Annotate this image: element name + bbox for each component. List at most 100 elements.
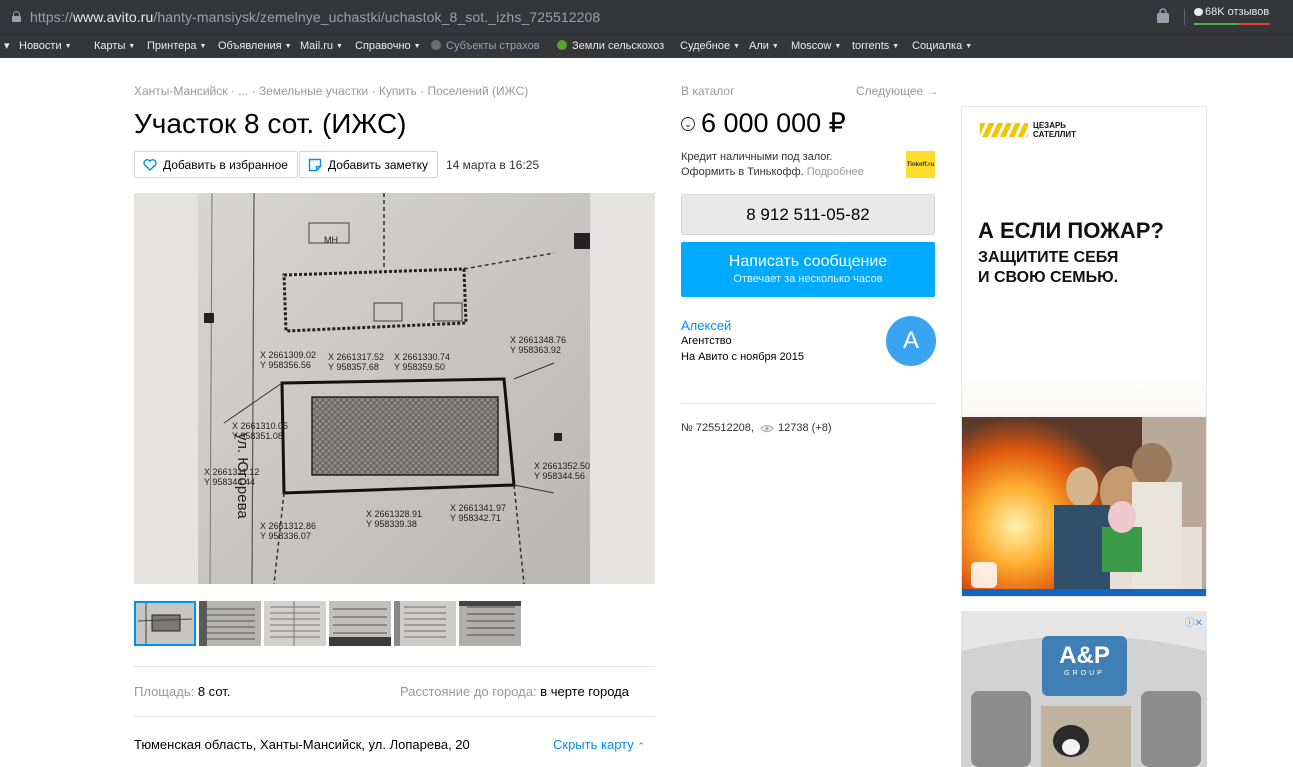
param-area-value: 8 сот. <box>197 684 231 699</box>
bookmark-agri-land[interactable]: Земли сельскохоз <box>557 40 664 52</box>
price: ⌄ 6 000 000 ₽ <box>681 108 846 139</box>
bookmark-label: Справочно <box>355 40 411 52</box>
plan-label: Y 958344.56 <box>534 471 585 481</box>
bookmark-overflow-caret[interactable]: ▾ <box>4 39 10 52</box>
thumbnail[interactable] <box>329 601 391 646</box>
bookmark-folder-court[interactable]: Судебное ▼ <box>680 40 740 52</box>
main-photo[interactable]: X 2661309.02 Y 958356.56 X 2661317.52 Y … <box>134 193 655 584</box>
response-time-label: Отвечает за несколько часов <box>733 273 883 285</box>
url-path: /hanty-mansiysk/zemelnye_uchastki/uchast… <box>153 9 601 25</box>
seller-type: Агентство <box>681 335 732 347</box>
ap-logo-text: A&P <box>1059 642 1110 669</box>
ad-sub-line-2: И СВОЮ СЕМЬЮ. <box>978 269 1119 286</box>
bookmark-label: Moscow <box>791 40 832 52</box>
divider <box>134 666 655 667</box>
param-distance-value: в черте города <box>540 684 629 699</box>
bookmark-folder-social[interactable]: Социалка ▼ <box>912 40 972 52</box>
note-label: Добавить заметку <box>328 157 428 172</box>
plan-label: X 2661309.02 <box>260 350 316 360</box>
view-count: 12738 (+8) <box>777 422 832 434</box>
bookmark-label: Карты <box>94 40 126 52</box>
ad-image-family-fire <box>962 377 1206 596</box>
add-to-favorites-button[interactable]: Добавить в избранное <box>134 151 298 178</box>
toolbar-divider <box>1184 9 1185 25</box>
note-icon <box>308 158 322 171</box>
browser-address-bar: https://www.avito.ru/hanty-mansiysk/zeme… <box>0 0 1293 34</box>
eye-icon <box>760 424 774 432</box>
tinkoff-logo[interactable]: Tinkoff.ru <box>906 151 935 178</box>
divider <box>681 403 935 404</box>
thumbnail[interactable] <box>394 601 456 646</box>
add-note-button[interactable]: Добавить заметку <box>299 151 438 178</box>
bookmark-label: Судебное <box>680 40 731 52</box>
bookmark-folder-news[interactable]: Новости ▼ <box>19 40 72 52</box>
bookmark-folder-reference[interactable]: Справочно ▼ <box>355 40 421 52</box>
bookmark-folder-printers[interactable]: Принтера ▼ <box>147 40 206 52</box>
breadcrumb[interactable]: Ханты-Мансийск · ... · Земельные участки… <box>134 84 528 98</box>
bookmark-label: Принтера <box>147 40 197 52</box>
url-host: www.avito.ru <box>72 9 154 25</box>
plan-label: X 2661341.97 <box>450 503 506 513</box>
bookmark-favicon <box>431 40 441 50</box>
divider <box>134 716 655 717</box>
seller-name-link[interactable]: Алексей <box>681 318 731 333</box>
hide-map-link[interactable]: Скрыть карту ⌃ <box>553 737 645 752</box>
logo-stripes <box>980 123 1028 137</box>
lock-icon <box>12 11 21 22</box>
plan-label: Y 958363.92 <box>510 345 561 355</box>
url-field[interactable]: https://www.avito.ru/hanty-mansiysk/zeme… <box>30 9 600 25</box>
thumbnail[interactable] <box>264 601 326 646</box>
bookmark-folder-ali[interactable]: Али ▼ <box>749 40 779 52</box>
ad-subheadline: ЗАЩИТИТЕ СЕБЯ И СВОЮ СЕМЬЮ. <box>978 248 1118 288</box>
ap-logo-subtext: GROUP <box>1064 670 1105 677</box>
plan-label: Y 958357.68 <box>328 362 379 372</box>
page-title: Участок 8 сот. (ИЖС) <box>134 108 407 139</box>
bookmark-folder-moscow[interactable]: Moscow ▼ <box>791 40 841 52</box>
next-listing-link[interactable]: Следующее → <box>856 84 939 98</box>
bookmark-label: torrents <box>852 40 890 52</box>
street-label: ул. Югорева <box>234 433 251 519</box>
ad-close-icon[interactable]: ⓘ✕ <box>1185 614 1203 629</box>
chevron-down-icon[interactable]: ⌄ <box>681 116 695 131</box>
plan-label: X 2661317.52 <box>328 352 384 362</box>
bookmark-label: Mail.ru <box>300 40 334 52</box>
plan-label: X 2661310.05 <box>232 421 288 431</box>
ad-banner-fire-safety[interactable]: ЦЕЗАРЬ САТЕЛЛИТ А ЕСЛИ ПОЖАР? ЗАЩИТИТЕ СЕ… <box>961 106 1207 597</box>
thumbnail[interactable] <box>459 601 521 646</box>
ap-group-logo: A&P GROUP <box>1042 636 1127 696</box>
reviews-extension-button[interactable]: 68K отзывов <box>1194 6 1270 26</box>
favorites-label: Добавить в избранное <box>163 157 288 172</box>
plan-label: X 2661348.76 <box>510 335 566 345</box>
thumbnail[interactable] <box>134 601 196 646</box>
ad-banner-ap-group[interactable]: ⓘ✕ A&P GROUP <box>961 611 1207 767</box>
thumbnail[interactable] <box>199 601 261 646</box>
show-phone-button[interactable]: 8 912 511-05-82 <box>681 194 935 235</box>
bookmark-label: Али <box>749 40 769 52</box>
bookmark-folder-ads[interactable]: Объявления ▼ <box>218 40 292 52</box>
extension-icon[interactable] <box>1154 8 1172 26</box>
credit-offer: Кредит наличными под залог. Оформить в Т… <box>681 150 864 180</box>
bookmark-label: Субъекты страхов <box>446 40 540 52</box>
param-area-key: Площадь: <box>134 684 195 699</box>
chevron-up-icon: ⌃ <box>637 741 645 751</box>
url-scheme: https:// <box>30 9 73 25</box>
bookmark-label: Объявления <box>218 40 282 52</box>
bookmark-folder-mailru[interactable]: Mail.ru ▼ <box>300 40 343 52</box>
bookmark-folder-maps[interactable]: Карты ▼ <box>94 40 135 52</box>
bookmark-folder-torrents[interactable]: torrents ▼ <box>852 40 899 52</box>
write-message-button[interactable]: Написать сообщение Отвечает за несколько… <box>681 242 935 297</box>
to-catalog-link[interactable]: В каталог <box>681 84 734 98</box>
write-message-label: Написать сообщение <box>728 253 888 270</box>
hide-map-label: Скрыть карту <box>553 737 634 752</box>
bookmark-insurance[interactable]: Субъекты страхов <box>431 40 540 52</box>
chat-bubble-icon <box>1194 8 1203 16</box>
credit-more-link[interactable]: Подробнее <box>807 166 864 178</box>
avatar[interactable]: A <box>886 316 936 366</box>
ad-brand-line-2: САТЕЛЛИТ <box>1033 130 1077 139</box>
ad-info-badge[interactable] <box>971 562 997 588</box>
reviews-label: 68K отзывов <box>1205 6 1270 18</box>
param-distance-key: Расстояние до города: <box>400 684 537 699</box>
plan-label: X 2661330.74 <box>394 352 450 362</box>
bookmarks-bar: ▾ Новости ▼ Карты ▼ Принтера ▼ Объявления ▼ … <box>0 34 1293 58</box>
reviews-rating-bar <box>1194 23 1270 25</box>
